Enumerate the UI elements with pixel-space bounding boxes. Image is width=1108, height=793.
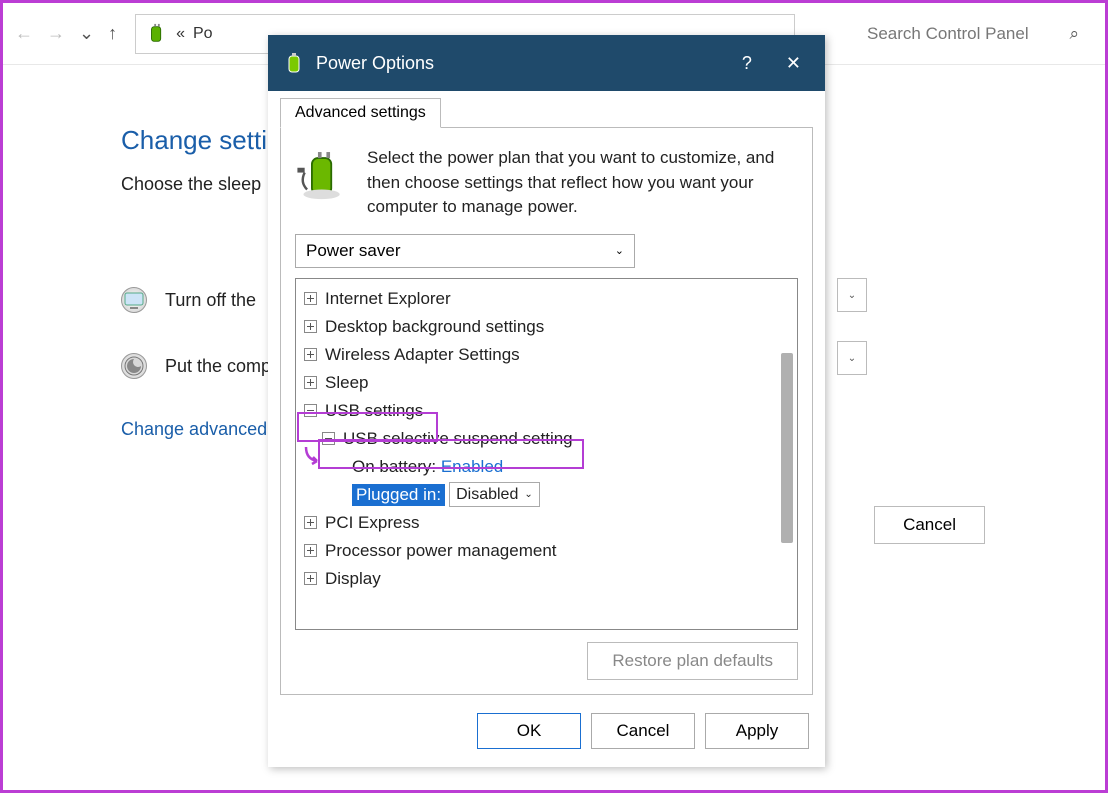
close-icon[interactable]: ✕ — [776, 49, 811, 78]
nav-back-icon[interactable]: ← — [15, 23, 33, 44]
expand-icon[interactable] — [304, 376, 317, 389]
nav-up-icon[interactable]: ↑ — [108, 23, 117, 44]
expand-icon[interactable] — [304, 544, 317, 557]
chevron-down-icon: ⌄ — [524, 489, 532, 500]
turn-off-display-label: Turn off the — [165, 290, 256, 311]
plugged-in-value: Disabled — [456, 486, 518, 504]
expand-icon[interactable] — [304, 292, 317, 305]
plugged-in-label: Plugged in: — [352, 484, 445, 506]
on-battery-value[interactable]: Enabled — [441, 457, 503, 477]
dropdown-sleep-plugged[interactable]: ⌄ — [837, 341, 867, 375]
dropdown-display-plugged[interactable]: ⌄ — [837, 278, 867, 312]
tree-sleep[interactable]: Sleep — [325, 373, 368, 393]
expand-icon[interactable] — [304, 348, 317, 361]
chevron-down-icon: ⌄ — [615, 244, 624, 257]
apply-button[interactable]: Apply — [705, 713, 809, 749]
tree-desktop[interactable]: Desktop background settings — [325, 317, 544, 337]
bg-cancel-button[interactable]: Cancel — [874, 506, 985, 544]
power-plan-value: Power saver — [306, 241, 400, 261]
titlebar: Power Options ? ✕ — [268, 35, 825, 91]
scrollbar[interactable] — [781, 353, 793, 543]
ok-button[interactable]: OK — [477, 713, 581, 749]
restore-defaults-button[interactable]: Restore plan defaults — [587, 642, 798, 680]
expand-icon[interactable] — [304, 516, 317, 529]
tree-pci[interactable]: PCI Express — [325, 513, 419, 533]
settings-tree[interactable]: Internet Explorer Desktop background set… — [295, 278, 798, 630]
tree-wireless[interactable]: Wireless Adapter Settings — [325, 345, 520, 365]
power-plan-dropdown[interactable]: Power saver ⌄ — [295, 234, 635, 268]
sleep-icon — [121, 353, 147, 379]
search-icon[interactable]: ⌕ — [1069, 24, 1079, 44]
breadcrumb-text: Po — [193, 25, 213, 43]
display-off-icon — [121, 287, 147, 313]
breadcrumb-prefix: « — [176, 25, 185, 43]
plugged-in-dropdown[interactable]: Disabled ⌄ — [449, 482, 540, 507]
tree-proc[interactable]: Processor power management — [325, 541, 557, 561]
power-icon — [146, 23, 168, 45]
tree-usb[interactable]: USB settings — [325, 401, 423, 421]
collapse-icon[interactable] — [322, 432, 335, 445]
power-plan-icon — [295, 146, 353, 204]
cancel-button[interactable]: Cancel — [591, 713, 695, 749]
battery-icon — [282, 51, 306, 75]
search-placeholder: Search Control Panel — [867, 24, 1029, 44]
expand-icon[interactable] — [304, 320, 317, 333]
tree-ie[interactable]: Internet Explorer — [325, 289, 451, 309]
dialog-title: Power Options — [316, 53, 742, 74]
sleep-label: Put the comp — [165, 356, 271, 377]
collapse-icon[interactable] — [304, 404, 317, 417]
nav-recent-icon[interactable]: ⌄ — [79, 23, 94, 44]
power-options-dialog: Power Options ? ✕ Advanced settings Sele… — [268, 35, 825, 767]
help-icon[interactable]: ? — [742, 53, 752, 74]
expand-icon[interactable] — [304, 572, 317, 585]
tree-usb-suspend[interactable]: USB selective suspend setting — [343, 429, 573, 449]
nav-fwd-icon[interactable]: → — [47, 23, 65, 44]
search-input[interactable]: Search Control Panel ⌕ — [853, 14, 1093, 54]
tree-display[interactable]: Display — [325, 569, 381, 589]
on-battery-label: On battery: — [352, 457, 436, 477]
dialog-description: Select the power plan that you want to c… — [367, 146, 798, 220]
tab-advanced[interactable]: Advanced settings — [280, 98, 441, 128]
